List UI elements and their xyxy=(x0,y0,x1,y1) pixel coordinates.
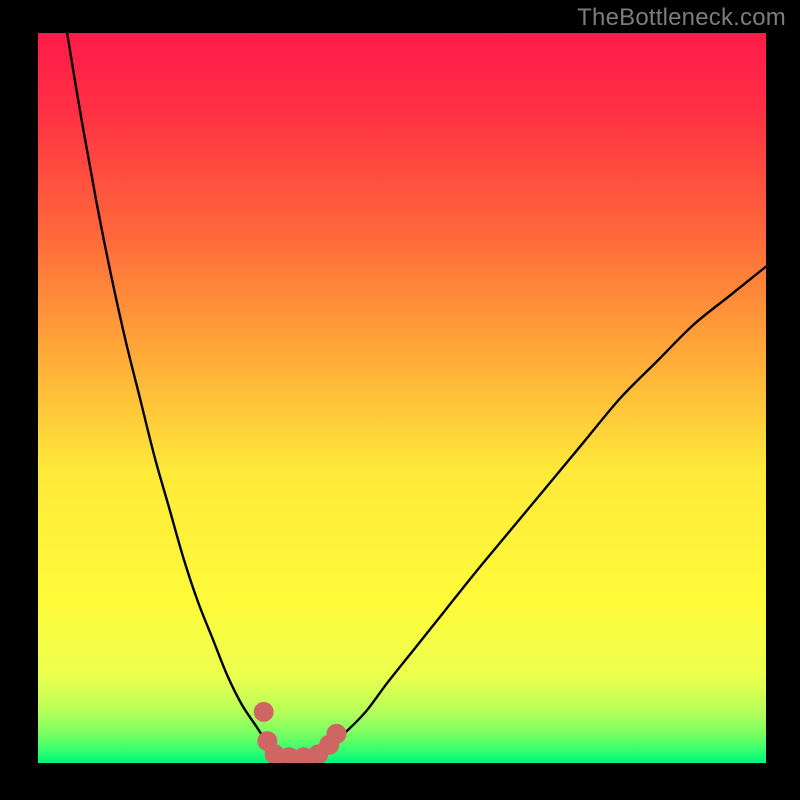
trough-marker xyxy=(326,724,346,744)
chart-frame: TheBottleneck.com xyxy=(0,0,800,800)
watermark-text: TheBottleneck.com xyxy=(577,4,786,32)
trough-marker xyxy=(254,702,274,722)
gradient-background xyxy=(38,33,766,763)
bottleneck-chart xyxy=(38,33,766,763)
